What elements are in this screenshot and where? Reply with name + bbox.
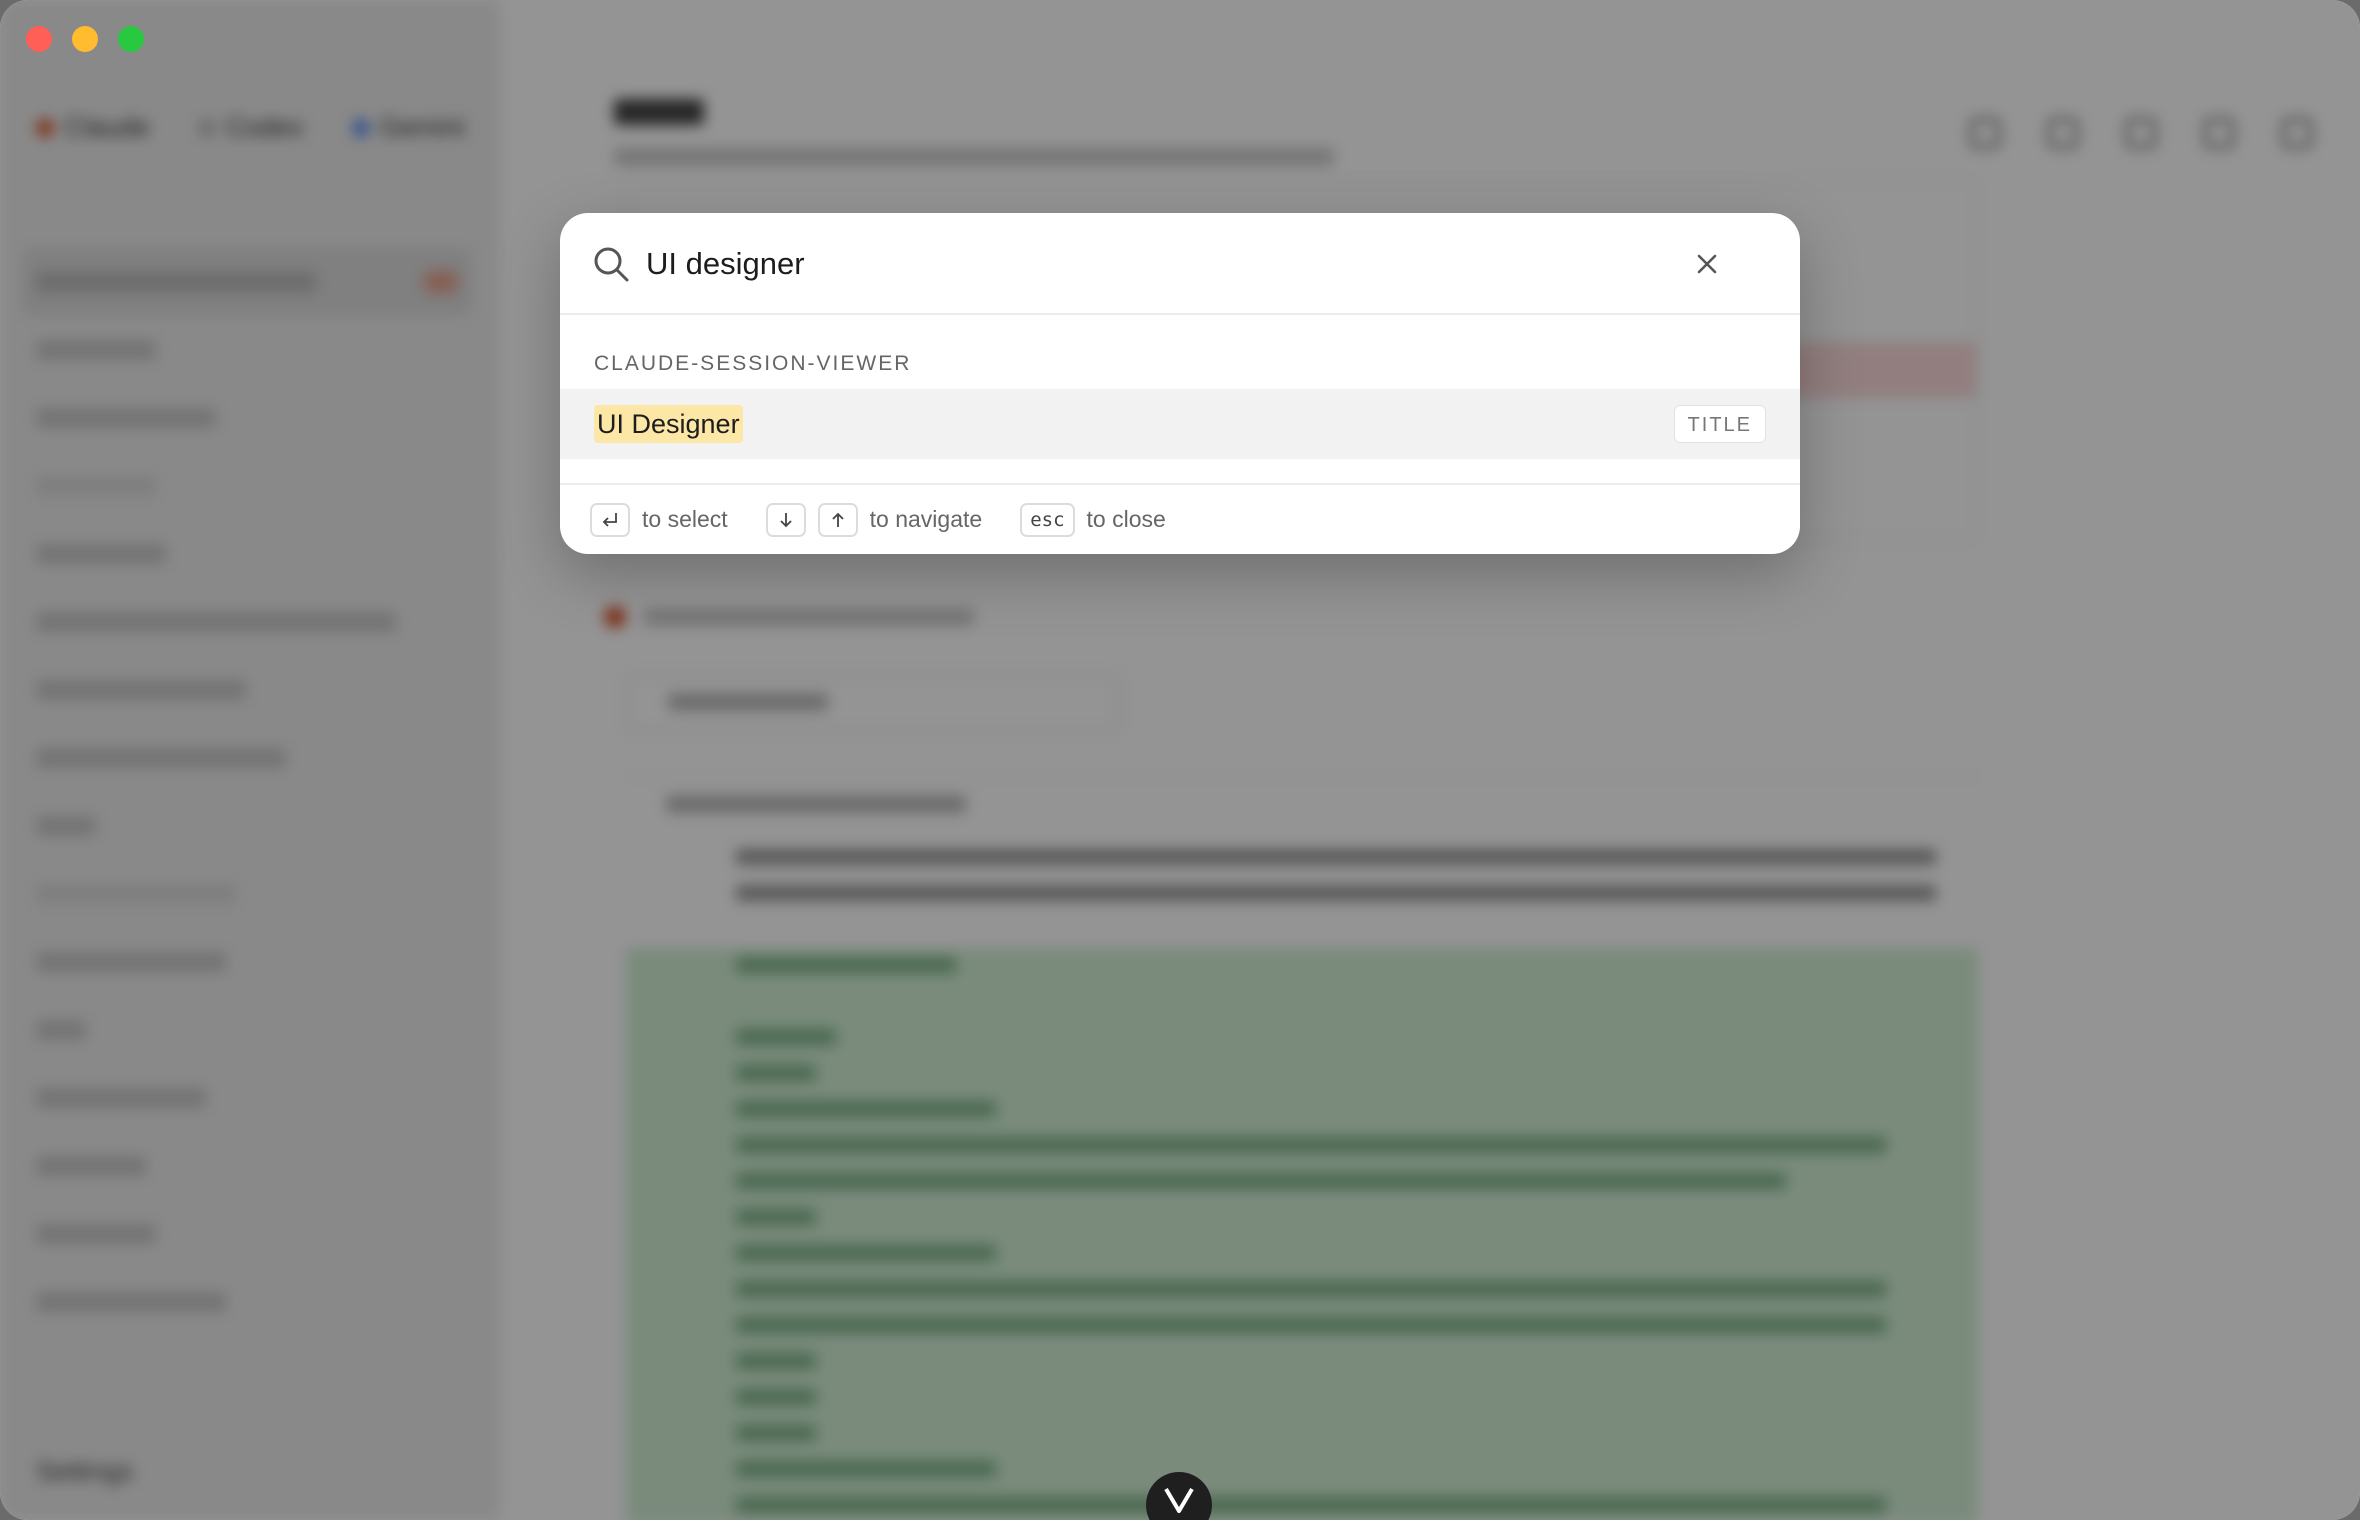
window-close-button[interactable] [26,26,52,52]
search-input[interactable] [646,239,1666,289]
close-hint: to close [1086,506,1166,532]
arrow-down-icon [780,512,792,527]
navigate-hint: to navigate [869,506,983,532]
arrow-up-icon [832,512,844,527]
search-result-item[interactable]: UI Designer TITLE [560,389,1800,459]
select-hint: to select [642,506,728,532]
search-result-label: UI Designer [594,405,743,443]
vue-logo-icon [1164,1487,1194,1513]
result-group-header: CLAUDE-SESSION-VIEWER [594,352,912,375]
esc-key: esc [1020,502,1075,537]
up-key [817,502,858,537]
search-icon [594,247,629,282]
down-key [765,502,806,537]
close-icon[interactable] [1690,247,1724,281]
window-controls [26,26,144,52]
app-window: Claude Codex Gemini Settings UI designer… [0,0,2360,1520]
search-bar [560,213,1800,315]
enter-key [590,502,630,537]
global-search-modal: CLAUDE-SESSION-VIEWER UI Designer TITLE … [560,213,1800,554]
window-maximize-button[interactable] [118,26,144,52]
enter-icon [602,512,617,527]
window-minimize-button[interactable] [72,26,98,52]
search-result-type-badge: TITLE [1673,405,1766,443]
keyboard-hints: to select to navigate esc to close [560,483,1800,554]
